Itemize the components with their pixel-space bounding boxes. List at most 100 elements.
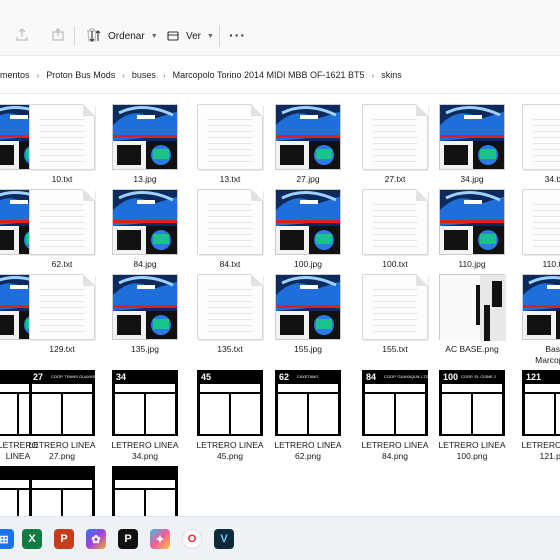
file-name-line: 121.png	[539, 451, 560, 461]
file-item[interactable]: 27.txt	[355, 104, 435, 190]
file-name-line: 27.png	[49, 451, 75, 461]
file-item[interactable]: 155.jpg	[268, 274, 348, 360]
file-item[interactable]: 135.jpg	[105, 274, 185, 360]
share-alt-icon[interactable]	[50, 27, 66, 43]
file-item[interactable]: 34.jpg	[432, 104, 512, 190]
file-name: 84.jpg	[133, 259, 157, 269]
file-name-line: Base	[545, 344, 560, 354]
bus-skin-thumbnail	[275, 274, 341, 340]
file-name-line: LETRERO LINEA	[521, 440, 560, 450]
file-item[interactable]: 100.txt	[355, 189, 435, 275]
file-name: AC BASE.png	[445, 344, 499, 354]
file-item[interactable]: 84 COOP. GUAYAQUIL LTDA. LETRERO LINEA 84.p…	[355, 370, 435, 461]
file-item[interactable]: 155.txt	[355, 274, 435, 360]
text-file-icon	[362, 274, 428, 340]
text-file-icon	[362, 189, 428, 255]
windows-icon[interactable]: ⊞	[0, 529, 14, 549]
file-item[interactable]: 110.txt	[515, 189, 560, 275]
file-item[interactable]: 84.txt	[190, 189, 270, 275]
breadcrumb-item[interactable]: mentos	[0, 70, 30, 80]
route-company: CAYETANO	[297, 374, 319, 379]
file-item[interactable]	[22, 466, 102, 516]
file-item[interactable]: 13.txt	[190, 104, 270, 190]
address-bar[interactable]: mentos › Proton Bus Mods › buses › Marco…	[0, 56, 560, 94]
file-name: 34.jpg	[460, 174, 484, 184]
vegas-icon[interactable]: V	[214, 529, 234, 549]
file-name: 13.jpg	[133, 174, 157, 184]
text-file-icon	[29, 189, 95, 255]
file-name-line: 62.png	[295, 451, 321, 461]
file-item[interactable]: 135.txt	[190, 274, 270, 360]
route-sign-thumbnail	[112, 466, 178, 516]
route-sign-thumbnail: 100 COOP. EL CISNE 2	[439, 370, 505, 436]
file-item[interactable]: 129.txt	[22, 274, 102, 360]
file-name: 100.jpg	[294, 259, 322, 269]
picsart-icon[interactable]: P	[118, 529, 138, 549]
chevron-down-icon: ▼	[150, 32, 158, 40]
file-name-line: 34.png	[132, 451, 158, 461]
breadcrumb: mentos › Proton Bus Mods › buses › Marco…	[0, 70, 402, 80]
route-sign-thumbnail: 34	[112, 370, 178, 436]
file-name-line: LETRERO LINEA	[28, 440, 96, 450]
file-item[interactable]: 34 LETRERO LINEA 34.png	[105, 370, 185, 461]
file-item[interactable]: 110.jpg	[432, 189, 512, 275]
file-name: 110.txt	[542, 259, 560, 269]
route-company: COOP. TRANS GUAYAS	[51, 374, 95, 379]
file-item[interactable]: 62 CAYETANO LETRERO LINEA 62.png	[268, 370, 348, 461]
route-sign-thumbnail: 121	[522, 370, 560, 436]
text-file-icon	[197, 274, 263, 340]
file-item[interactable]: 100 COOP. EL CISNE 2 LETRERO LINEA 100.png	[432, 370, 512, 461]
excel-icon[interactable]: X	[22, 529, 42, 549]
photos-icon[interactable]: ✦	[150, 529, 170, 549]
file-name-line: 100.png	[456, 451, 488, 461]
sort-button[interactable]: Ordenar ▼	[88, 26, 158, 46]
route-number: 27	[33, 372, 44, 382]
file-grid: 10.txt 13.jpg 13.txt 27.jpg 27.txt 34.jpg 34.t…	[0, 94, 560, 516]
file-name: 10.txt	[51, 174, 73, 184]
route-number: 84	[366, 372, 377, 382]
opera-icon[interactable]: O	[182, 529, 202, 549]
file-item[interactable]: 34.txt	[515, 104, 560, 190]
text-file-icon	[29, 274, 95, 340]
file-item[interactable]: 10.txt	[22, 104, 102, 190]
chevron-right-icon: ›	[36, 70, 40, 80]
file-item[interactable]: AC BASE.png	[432, 274, 512, 360]
route-company: COOP. EL CISNE 2	[461, 374, 496, 379]
file-name-line: LETRERO LINEA	[438, 440, 506, 450]
file-item[interactable]: BaseMarcopolo	[515, 274, 560, 365]
route-sign-thumbnail	[29, 466, 95, 516]
file-item[interactable]: 121 LETRERO LINEA121.png	[515, 370, 560, 461]
file-item[interactable]: 84.jpg	[105, 189, 185, 275]
file-item[interactable]	[105, 466, 185, 516]
file-name: BaseMarcopolo	[509, 344, 560, 366]
powerpoint-icon[interactable]: P	[54, 529, 74, 549]
file-name-line: LETRERO LINEA	[111, 440, 179, 450]
file-item[interactable]: 45 LETRERO LINEA 45.png	[190, 370, 270, 461]
image-thumbnail	[439, 274, 506, 341]
command-bar: Ordenar ▼ Ver ▼ ···	[0, 0, 560, 56]
breadcrumb-item[interactable]: Proton Bus Mods	[46, 70, 115, 80]
route-number: 62	[279, 372, 290, 382]
chevron-down-icon: ▼	[207, 32, 214, 40]
file-name: LETRERO LINEA 100.png	[426, 440, 518, 462]
file-item[interactable]: 13.jpg	[105, 104, 185, 190]
sort-label: Ordenar	[108, 30, 145, 42]
file-name: 27.jpg	[296, 174, 320, 184]
file-item[interactable]: 27.jpg	[268, 104, 348, 190]
breadcrumb-item[interactable]: Marcopolo Torino 2014 MIDI MBB OF-1621 B…	[173, 70, 365, 80]
copilot-icon[interactable]: ✿	[86, 529, 106, 549]
file-name: LETRERO LINEA121.png	[509, 440, 560, 462]
breadcrumb-item[interactable]: skins	[381, 70, 402, 80]
file-name: LETRERO LINEA 27.png	[16, 440, 108, 462]
view-button[interactable]: Ver ▼	[166, 26, 214, 46]
route-sign-thumbnail: 84 COOP. GUAYAQUIL LTDA.	[362, 370, 428, 436]
bus-skin-thumbnail	[112, 104, 178, 170]
route-number: 34	[116, 372, 127, 382]
route-sign-thumbnail: 27 COOP. TRANS GUAYAS	[29, 370, 95, 436]
breadcrumb-item[interactable]: buses	[132, 70, 156, 80]
share-icon[interactable]	[14, 27, 30, 43]
file-item[interactable]: 62.txt	[22, 189, 102, 275]
file-item[interactable]: 27 COOP. TRANS GUAYAS LETRERO LINEA 27.png	[22, 370, 102, 461]
file-item[interactable]: 100.jpg	[268, 189, 348, 275]
more-options-button[interactable]: ···	[229, 27, 246, 43]
